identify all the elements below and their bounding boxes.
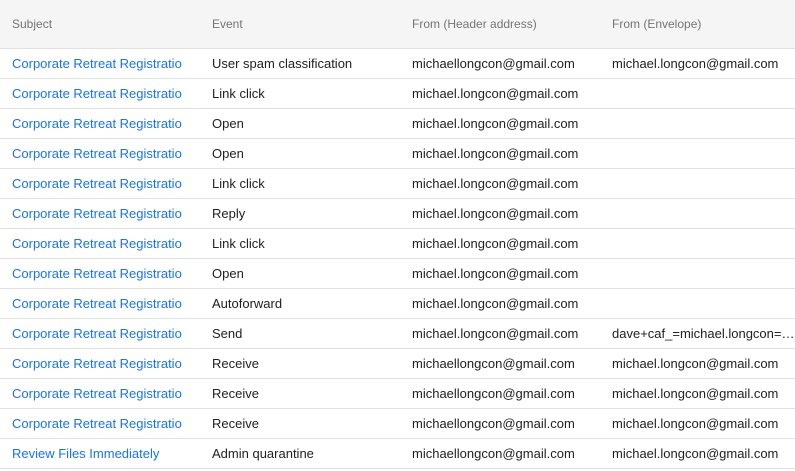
table-row[interactable]: Corporate Retreat Registratio Open micha… (0, 258, 795, 289)
table-row[interactable]: Corporate Retreat Registratio Link click… (0, 78, 795, 109)
event-cell: Receive (200, 348, 400, 379)
subject-link[interactable]: Corporate Retreat Registratio (0, 348, 200, 379)
subject-link[interactable]: Corporate Retreat Registratio (0, 378, 200, 409)
subject-link[interactable]: Corporate Retreat Registratio (0, 288, 200, 319)
table-row[interactable]: Corporate Retreat Registratio Link click… (0, 168, 795, 199)
table-body: Corporate Retreat Registratio User spam … (0, 48, 795, 469)
from-header-cell: michael.longcon@gmail.com (400, 108, 600, 139)
from-envelope-cell (600, 198, 795, 229)
from-envelope-cell: dave+caf_=michael.longcon=gmail.com (600, 318, 795, 349)
table-row[interactable]: Corporate Retreat Registratio Receive mi… (0, 348, 795, 379)
column-header-event[interactable]: Event (200, 0, 400, 49)
from-envelope-cell: michael.longcon@gmail.com (600, 48, 795, 79)
column-header-from-envelope[interactable]: From (Envelope) (600, 0, 795, 49)
event-cell: Link click (200, 228, 400, 259)
from-header-cell: michaellongcon@gmail.com (400, 48, 600, 79)
subject-link[interactable]: Corporate Retreat Registratio (0, 408, 200, 439)
subject-link[interactable]: Corporate Retreat Registratio (0, 198, 200, 229)
email-log-table: Subject Event From (Header address) From… (0, 0, 795, 469)
from-envelope-cell (600, 138, 795, 169)
event-cell: Link click (200, 78, 400, 109)
table-row[interactable]: Corporate Retreat Registratio Receive mi… (0, 378, 795, 409)
from-header-cell: michaellongcon@gmail.com (400, 378, 600, 409)
table-header-row: Subject Event From (Header address) From… (0, 0, 795, 49)
table-row[interactable]: Corporate Retreat Registratio Open micha… (0, 138, 795, 169)
from-envelope-cell (600, 228, 795, 259)
from-envelope-cell (600, 168, 795, 199)
from-header-cell: michael.longcon@gmail.com (400, 228, 600, 259)
event-cell: Receive (200, 378, 400, 409)
subject-link[interactable]: Corporate Retreat Registratio (0, 258, 200, 289)
from-header-cell: michaellongcon@gmail.com (400, 408, 600, 439)
event-cell: Open (200, 258, 400, 289)
table-row[interactable]: Corporate Retreat Registratio Autoforwar… (0, 288, 795, 319)
from-header-cell: michaellongcon@gmail.com (400, 348, 600, 379)
from-envelope-cell: michael.longcon@gmail.com (600, 408, 795, 439)
from-header-cell: michael.longcon@gmail.com (400, 288, 600, 319)
event-cell: Autoforward (200, 288, 400, 319)
table-row[interactable]: Corporate Retreat Registratio Link click… (0, 228, 795, 259)
from-header-cell: michael.longcon@gmail.com (400, 168, 600, 199)
table-row[interactable]: Review Files Immediately Admin quarantin… (0, 438, 795, 469)
from-envelope-cell: michael.longcon@gmail.com (600, 378, 795, 409)
from-header-cell: michael.longcon@gmail.com (400, 258, 600, 289)
table-row[interactable]: Corporate Retreat Registratio Send micha… (0, 318, 795, 349)
subject-link[interactable]: Corporate Retreat Registratio (0, 228, 200, 259)
from-envelope-cell: michael.longcon@gmail.com (600, 438, 795, 469)
from-envelope-cell (600, 258, 795, 289)
column-header-subject[interactable]: Subject (0, 0, 200, 49)
event-cell: User spam classification (200, 48, 400, 79)
from-header-cell: michael.longcon@gmail.com (400, 198, 600, 229)
from-header-cell: michaellongcon@gmail.com (400, 438, 600, 469)
from-envelope-cell (600, 288, 795, 319)
column-header-from-header[interactable]: From (Header address) (400, 0, 600, 49)
table-row[interactable]: Corporate Retreat Registratio Receive mi… (0, 408, 795, 439)
event-cell: Link click (200, 168, 400, 199)
event-cell: Receive (200, 408, 400, 439)
from-header-cell: michael.longcon@gmail.com (400, 318, 600, 349)
subject-link[interactable]: Review Files Immediately (0, 438, 200, 469)
from-envelope-cell (600, 78, 795, 109)
event-cell: Admin quarantine (200, 438, 400, 469)
subject-link[interactable]: Corporate Retreat Registratio (0, 138, 200, 169)
event-cell: Open (200, 138, 400, 169)
subject-link[interactable]: Corporate Retreat Registratio (0, 318, 200, 349)
subject-link[interactable]: Corporate Retreat Registratio (0, 168, 200, 199)
from-header-cell: michael.longcon@gmail.com (400, 138, 600, 169)
subject-link[interactable]: Corporate Retreat Registratio (0, 108, 200, 139)
event-cell: Reply (200, 198, 400, 229)
from-envelope-cell (600, 108, 795, 139)
from-header-cell: michael.longcon@gmail.com (400, 78, 600, 109)
subject-link[interactable]: Corporate Retreat Registratio (0, 78, 200, 109)
event-cell: Send (200, 318, 400, 349)
subject-link[interactable]: Corporate Retreat Registratio (0, 48, 200, 79)
event-cell: Open (200, 108, 400, 139)
from-envelope-cell: michael.longcon@gmail.com (600, 348, 795, 379)
table-row[interactable]: Corporate Retreat Registratio Open micha… (0, 108, 795, 139)
table-row[interactable]: Corporate Retreat Registratio User spam … (0, 48, 795, 79)
table-row[interactable]: Corporate Retreat Registratio Reply mich… (0, 198, 795, 229)
